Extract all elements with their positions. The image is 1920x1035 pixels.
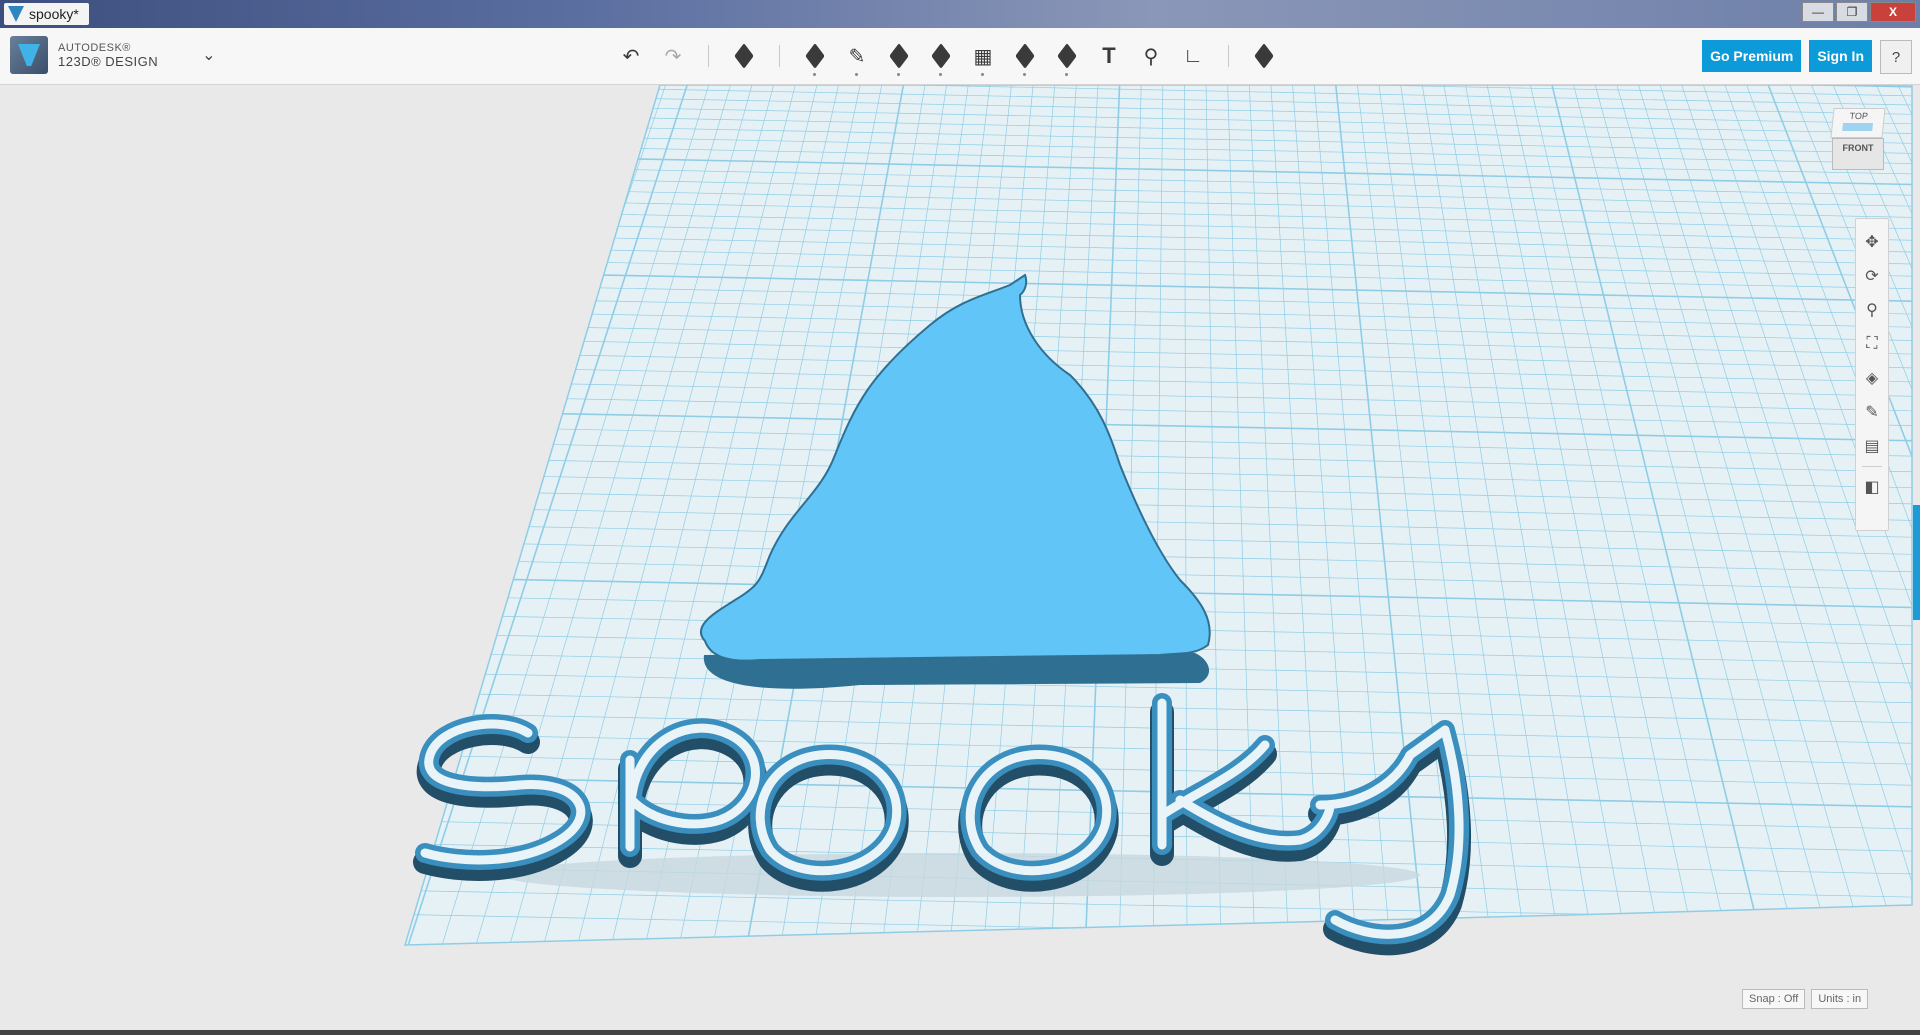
view-cube-front[interactable]: FRONT xyxy=(1832,138,1884,170)
measure-icon: ∟ xyxy=(1183,44,1203,67)
cube-view-icon: ◈ xyxy=(1865,370,1879,387)
go-premium-button[interactable]: Go Premium xyxy=(1702,40,1802,72)
minimize-button[interactable]: — xyxy=(1802,2,1834,22)
close-button[interactable]: X xyxy=(1870,2,1916,22)
grid-icon: ▤ xyxy=(1864,438,1880,455)
material-view-button[interactable]: ▤ xyxy=(1859,432,1885,460)
app-menu[interactable]: AUTODESK® 123D® DESIGN ⌄ xyxy=(10,36,216,74)
3d-viewport[interactable] xyxy=(0,85,1920,1030)
units-status[interactable]: Units : in xyxy=(1811,989,1869,1009)
window-title: spooky* xyxy=(29,6,79,22)
modify-tool-button[interactable] xyxy=(925,40,957,76)
maximize-button[interactable]: ❐ xyxy=(1836,2,1868,22)
pan-button[interactable]: ✥ xyxy=(1859,228,1885,256)
snap-tool-button[interactable]: ⚲ xyxy=(1135,40,1167,72)
transform-tool-button[interactable] xyxy=(728,40,760,72)
toolbar-divider xyxy=(708,45,709,67)
primitives-icon xyxy=(805,43,825,69)
primitives-tool-button[interactable] xyxy=(799,40,831,76)
sign-in-button[interactable]: Sign In xyxy=(1809,40,1872,72)
app-logo-icon xyxy=(10,36,48,74)
app-logo-text: AUTODESK® 123D® DESIGN xyxy=(58,41,158,69)
view-cube[interactable]: TOP FRONT xyxy=(1830,108,1886,172)
navigation-toolbar: ✥ ⟳ ⚲ ⛶ ◈ ✎ ▤ ◧ xyxy=(1855,218,1889,531)
taskbar-edge xyxy=(0,1030,1920,1035)
zoom-icon: ⚲ xyxy=(1866,302,1878,319)
transform-icon xyxy=(734,43,754,69)
redo-button[interactable]: ↷ xyxy=(657,40,689,72)
viewport-canvas[interactable] xyxy=(0,85,1920,1030)
pencil-icon: ✎ xyxy=(1865,404,1879,421)
combine-tool-button[interactable] xyxy=(1051,40,1083,76)
side-panel-tab[interactable] xyxy=(1913,505,1920,620)
undo-button[interactable]: ↶ xyxy=(615,40,647,72)
combine-icon xyxy=(1057,43,1077,69)
text-tool-button[interactable]: T xyxy=(1093,40,1125,72)
visibility-button[interactable]: ✎ xyxy=(1859,398,1885,426)
undo-icon: ↶ xyxy=(622,45,640,68)
main-toolbar: AUTODESK® 123D® DESIGN ⌄ ↶ ↷ ✎ ▦ T ⚲ ∟ G… xyxy=(0,28,1920,85)
account-buttons: Go Premium Sign In ? xyxy=(1702,40,1912,74)
zoom-button[interactable]: ⚲ xyxy=(1859,296,1885,324)
construct-icon xyxy=(889,43,909,69)
status-bar: Snap : Off Units : in xyxy=(1742,989,1869,1009)
product-name: 123D® DESIGN xyxy=(58,54,159,69)
group-icon xyxy=(1015,43,1035,69)
view-ortho-button[interactable]: ◈ xyxy=(1859,364,1885,392)
text-icon: T xyxy=(1102,43,1116,68)
chevron-down-icon[interactable]: ⌄ xyxy=(202,45,215,65)
snap-status[interactable]: Snap : Off xyxy=(1742,989,1806,1009)
orbit-icon: ⟳ xyxy=(1865,268,1879,285)
pan-icon: ✥ xyxy=(1865,234,1879,251)
orbit-button[interactable]: ⟳ xyxy=(1859,262,1885,290)
group-tool-button[interactable] xyxy=(1009,40,1041,76)
material-tool-button[interactable] xyxy=(1248,40,1280,72)
window-title-bar: spooky* — ❐ X xyxy=(0,0,1920,28)
construct-tool-button[interactable] xyxy=(883,40,915,76)
brand-name: AUTODESK® xyxy=(58,42,131,54)
solid-cube-icon: ◧ xyxy=(1864,479,1880,496)
sketch-icon: ✎ xyxy=(848,45,866,68)
window-title-tab: spooky* xyxy=(4,3,89,25)
pattern-tool-button[interactable]: ▦ xyxy=(967,40,999,76)
snap-icon: ⚲ xyxy=(1143,45,1159,68)
modify-icon xyxy=(931,43,951,69)
window-controls: — ❐ X xyxy=(1802,2,1916,22)
help-button[interactable]: ? xyxy=(1880,40,1912,74)
app-small-icon xyxy=(8,6,24,22)
solid-view-button[interactable]: ◧ xyxy=(1859,473,1885,501)
view-cube-top[interactable]: TOP xyxy=(1830,108,1886,138)
tool-icons: ↶ ↷ ✎ ▦ T ⚲ ∟ xyxy=(610,40,1285,76)
fit-icon: ⛶ xyxy=(1866,335,1878,352)
sketch-tool-button[interactable]: ✎ xyxy=(841,40,873,76)
material-icon xyxy=(1254,43,1274,69)
fit-button[interactable]: ⛶ xyxy=(1859,330,1885,358)
toolbar-divider xyxy=(779,45,780,67)
measure-tool-button[interactable]: ∟ xyxy=(1177,40,1209,72)
pattern-icon: ▦ xyxy=(973,45,993,68)
toolbar-divider xyxy=(1228,45,1229,67)
redo-icon: ↷ xyxy=(664,45,682,68)
